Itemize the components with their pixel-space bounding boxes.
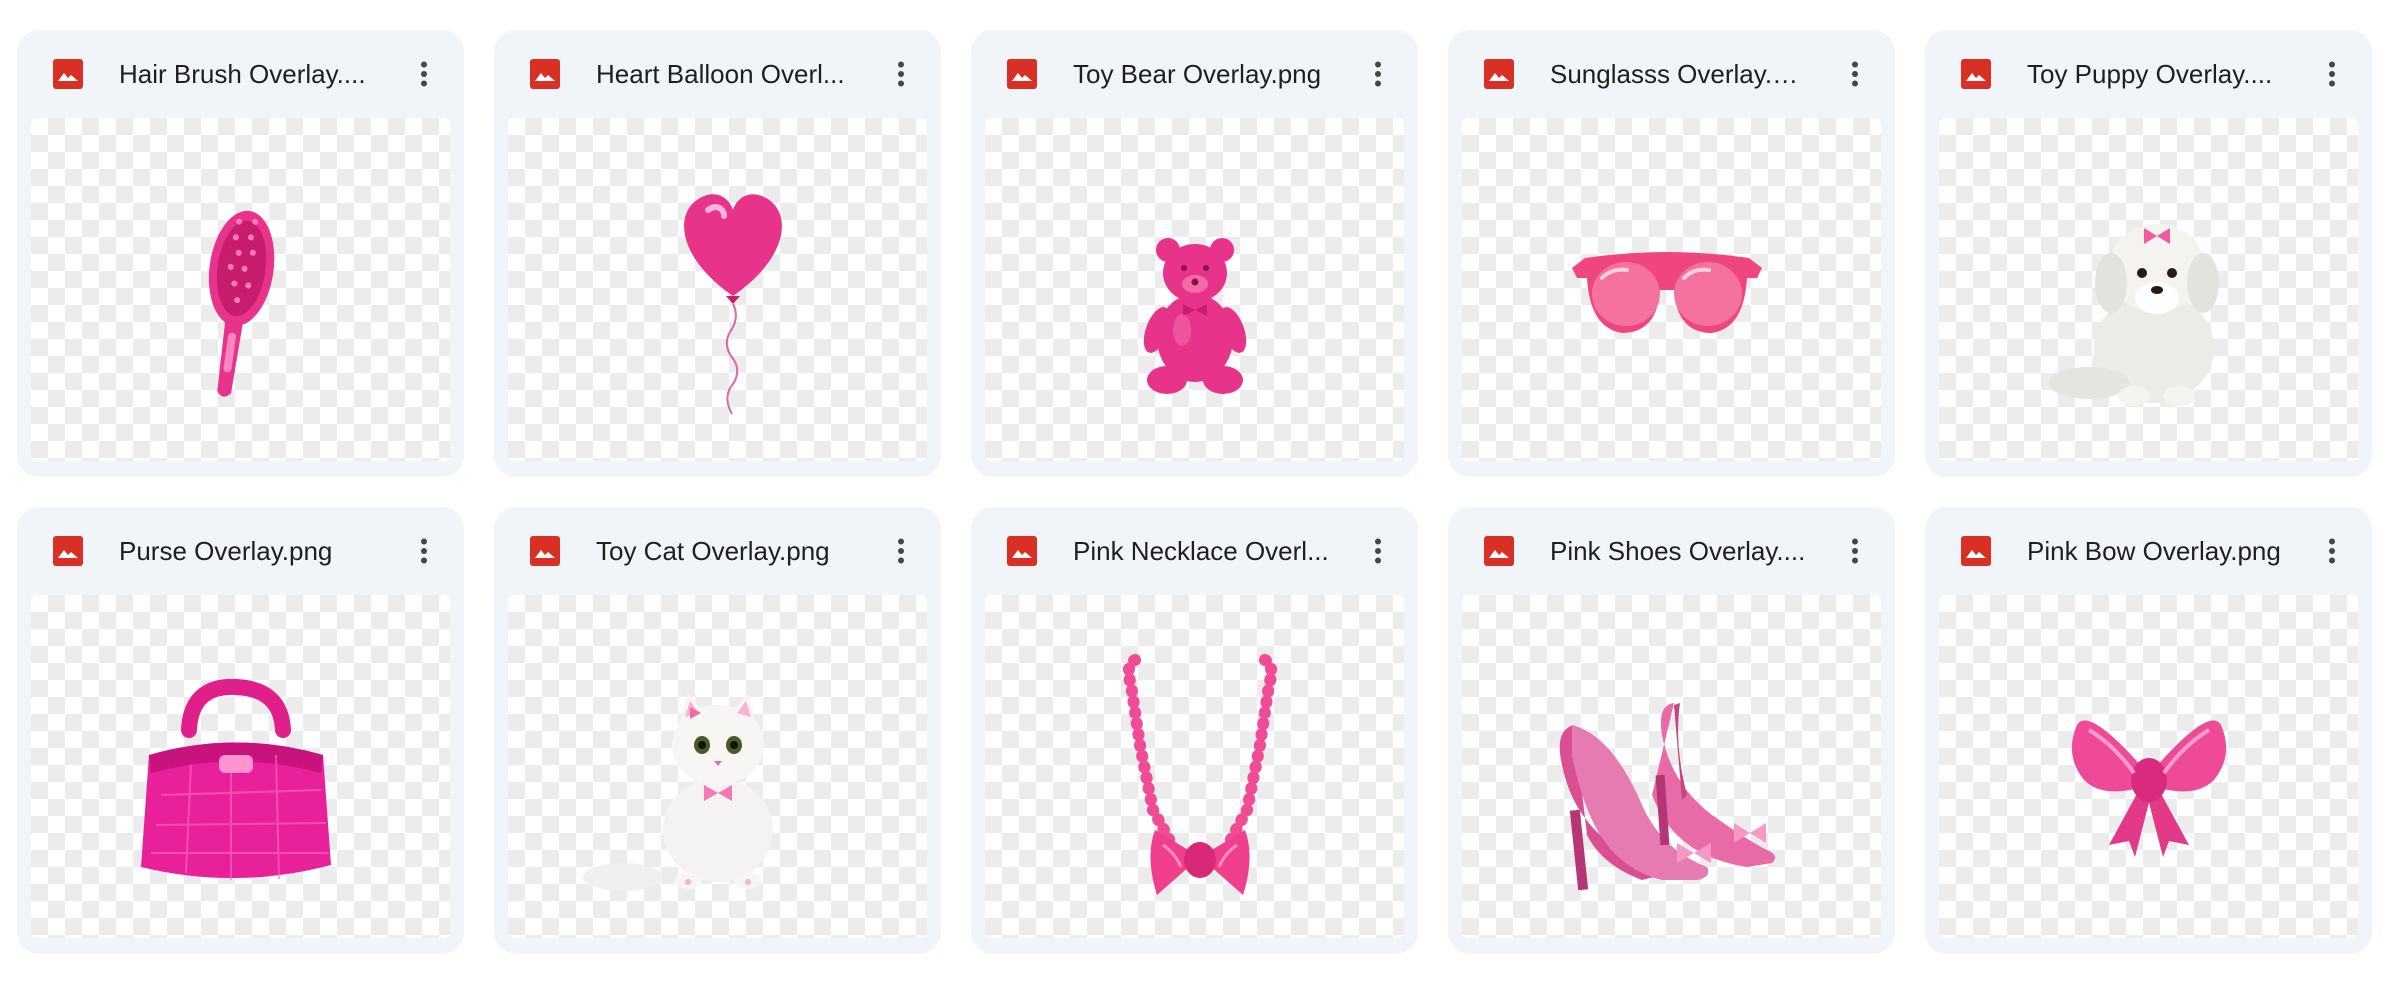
image-file-icon	[1961, 59, 1991, 89]
file-name: Heart Balloon Overl...	[596, 59, 845, 89]
thumbnail-pink-shoes	[1462, 595, 1881, 938]
thumbnail-toy-cat	[508, 595, 927, 938]
more-options-button[interactable]	[406, 533, 442, 569]
file-card[interactable]: Heart Balloon Overl...	[494, 30, 941, 477]
file-card[interactable]: Pink Bow Overlay.png	[1925, 507, 2372, 954]
more-options-button[interactable]	[406, 56, 442, 92]
image-file-icon	[1007, 59, 1037, 89]
file-card[interactable]: Toy Bear Overlay.png	[971, 30, 1418, 477]
file-name: Toy Bear Overlay.png	[1073, 59, 1322, 89]
thumbnail-toy-bear	[985, 118, 1404, 461]
file-name: Toy Puppy Overlay....	[2027, 59, 2273, 89]
file-card[interactable]: Toy Cat Overlay.png	[494, 507, 941, 954]
image-file-icon	[530, 59, 560, 89]
more-options-button[interactable]	[1360, 533, 1396, 569]
file-card[interactable]: Pink Necklace Overl...	[971, 507, 1418, 954]
image-file-icon	[1484, 536, 1514, 566]
image-file-icon	[1484, 59, 1514, 89]
more-vert-icon	[1852, 538, 1858, 564]
file-card[interactable]: Hair Brush Overlay....	[17, 30, 464, 477]
image-file-icon	[1961, 536, 1991, 566]
file-card[interactable]: Sunglasss Overlay.p...	[1448, 30, 1895, 477]
file-name: Hair Brush Overlay....	[119, 59, 366, 89]
file-card[interactable]: Purse Overlay.png	[17, 507, 464, 954]
more-options-button[interactable]	[1837, 533, 1873, 569]
file-name: Sunglasss Overlay.p...	[1550, 59, 1808, 89]
thumbnail-purse	[31, 595, 450, 938]
more-vert-icon	[1852, 61, 1858, 87]
more-options-button[interactable]	[883, 533, 919, 569]
more-options-button[interactable]	[883, 56, 919, 92]
file-name: Pink Necklace Overl...	[1073, 536, 1329, 566]
file-card[interactable]: Pink Shoes Overlay....	[1448, 507, 1895, 954]
more-options-button[interactable]	[1837, 56, 1873, 92]
more-vert-icon	[2329, 538, 2335, 564]
image-file-icon	[1007, 536, 1037, 566]
thumbnail-toy-puppy	[1939, 118, 2358, 461]
more-vert-icon	[1375, 538, 1381, 564]
thumbnail-sunglasses	[1462, 118, 1881, 461]
more-vert-icon	[898, 538, 904, 564]
file-grid: Hair Brush Overlay.... Heart Balloon Ove…	[17, 30, 2372, 954]
file-name: Purse Overlay.png	[119, 536, 333, 566]
thumbnail-pink-necklace	[985, 595, 1404, 938]
more-options-button[interactable]	[2314, 56, 2350, 92]
more-vert-icon	[1375, 61, 1381, 87]
more-vert-icon	[2329, 61, 2335, 87]
thumbnail-heart-balloon	[508, 118, 927, 461]
file-card[interactable]: Toy Puppy Overlay....	[1925, 30, 2372, 477]
image-file-icon	[53, 536, 83, 566]
more-vert-icon	[421, 61, 427, 87]
thumbnail-pink-bow	[1939, 595, 2358, 938]
image-file-icon	[530, 536, 560, 566]
more-options-button[interactable]	[2314, 533, 2350, 569]
file-name: Pink Shoes Overlay....	[1550, 536, 1806, 566]
more-options-button[interactable]	[1360, 56, 1396, 92]
more-vert-icon	[898, 61, 904, 87]
more-vert-icon	[421, 538, 427, 564]
image-file-icon	[53, 59, 83, 89]
file-name: Toy Cat Overlay.png	[596, 536, 830, 566]
file-name: Pink Bow Overlay.png	[2027, 536, 2281, 566]
thumbnail-hair-brush	[31, 118, 450, 461]
